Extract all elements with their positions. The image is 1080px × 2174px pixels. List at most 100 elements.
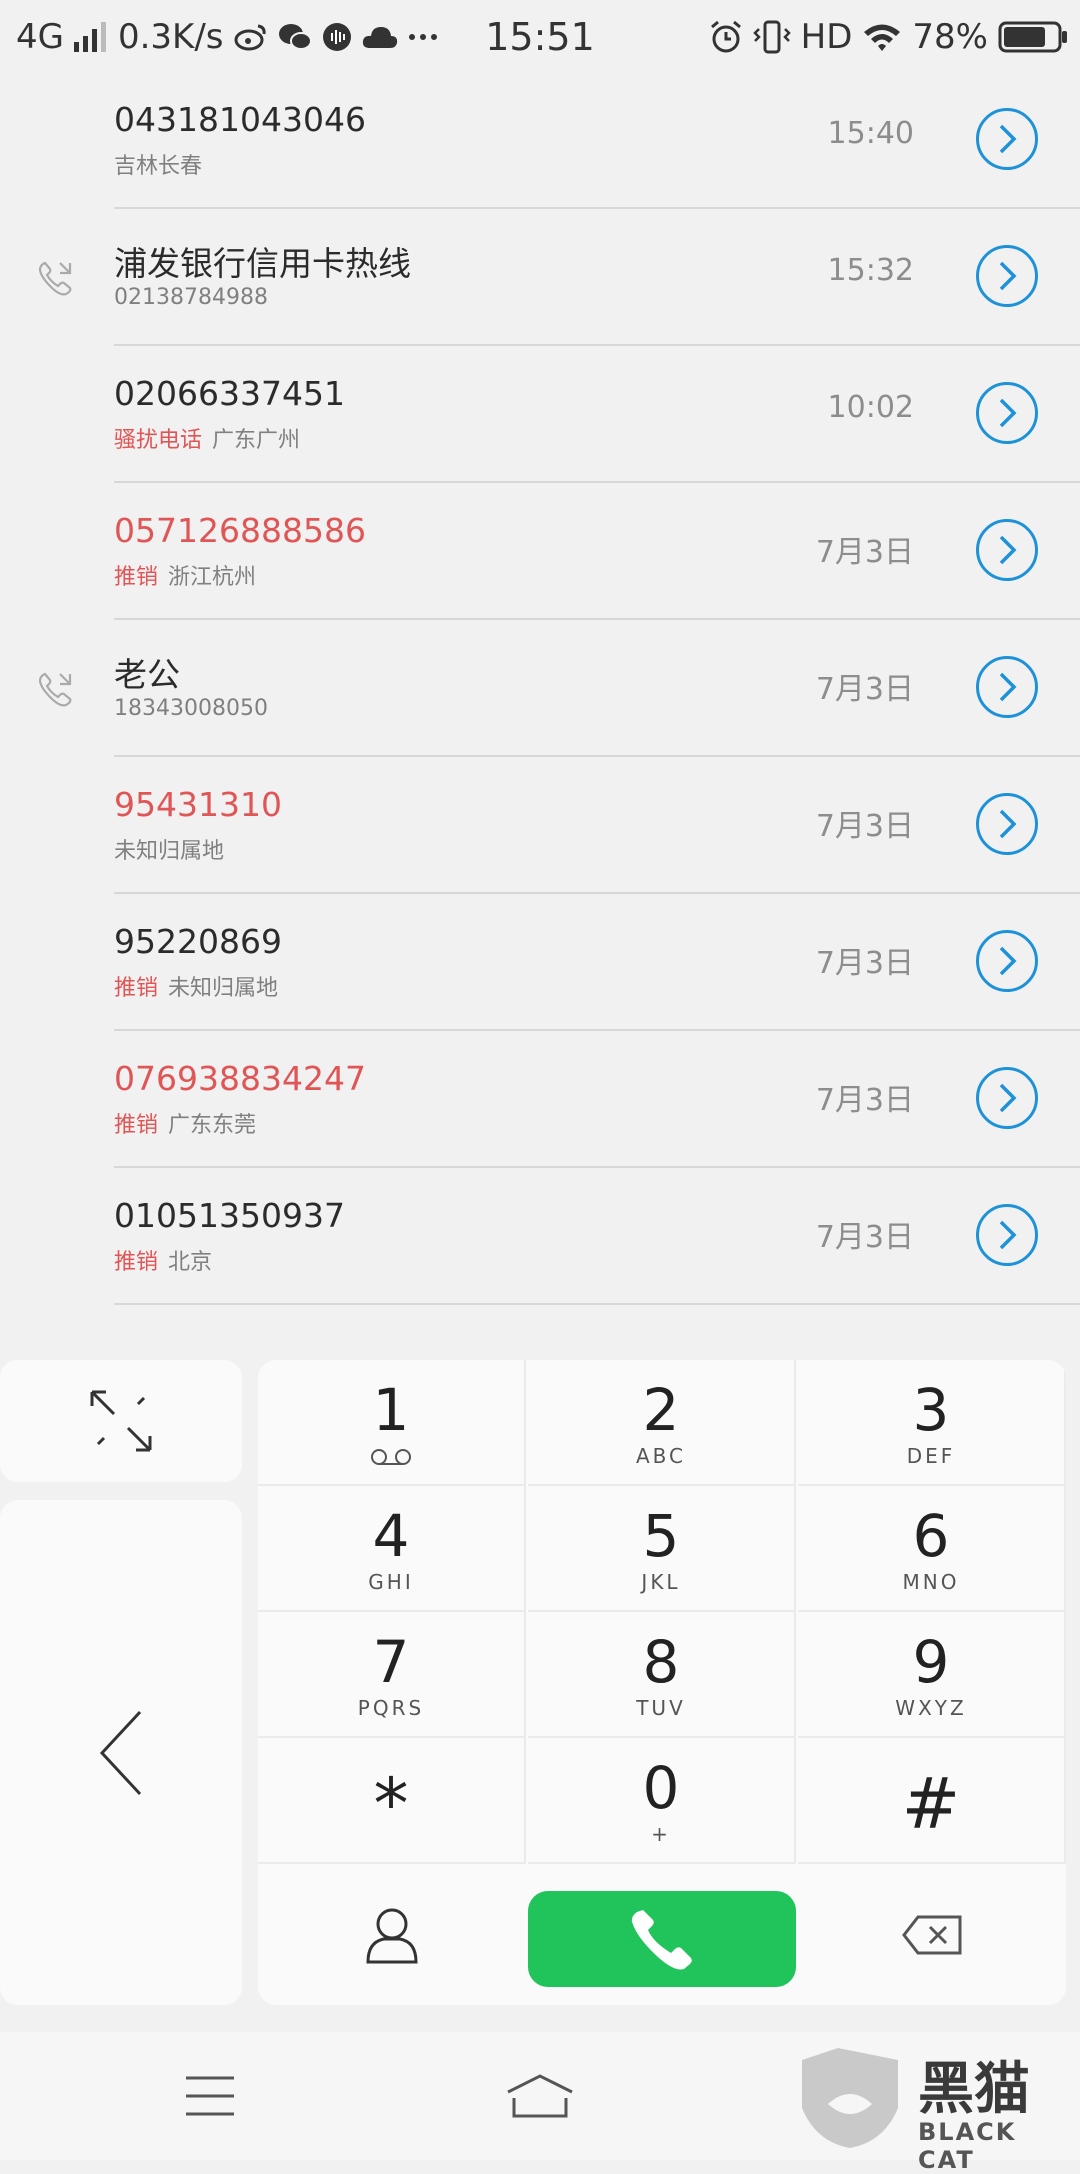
chevron-right-icon [992,944,1022,978]
key-digit: 5 [642,1502,680,1570]
call-time: 7月3日 [815,946,914,981]
call-details-button[interactable] [976,793,1038,855]
hd-label: HD [800,17,853,57]
caller-info: 推销 北京 [114,1244,212,1276]
call-time: 7月3日 [815,672,914,707]
call-log-row[interactable]: 95431310 未知归属地 7月3日 [114,757,1080,894]
expand-keypad-button[interactable] [0,1360,242,1482]
call-log-row[interactable]: 057126888586 推销 浙江杭州 7月3日 [114,483,1080,620]
chevron-right-icon [992,396,1022,430]
voicemail-icon [258,1448,524,1466]
key-digit: 7 [372,1628,410,1696]
menu-button[interactable] [170,2066,250,2126]
wifi-icon [862,21,902,53]
delete-button[interactable] [798,1865,1066,2005]
caller-info: 推销 未知归属地 [114,970,278,1002]
black-cat-logo-icon [798,2046,902,2150]
watermark-subtext: BLACK CAT [918,2118,1017,2174]
call-log-row[interactable]: 浦发银行信用卡热线 02138784988 15:32 [38,209,1080,346]
chevron-right-icon [992,670,1022,704]
call-log-row[interactable]: 老公 18343008050 7月3日 [38,620,1080,757]
home-button[interactable] [500,2066,580,2126]
call-button[interactable] [528,1891,796,1987]
caller-tag: 推销 [114,565,159,590]
caller-name: 老公 [114,655,180,694]
key-digit: 1 [372,1376,410,1444]
call-details-button[interactable] [976,245,1038,307]
key-8[interactable]: 8 TUV [528,1612,796,1738]
call-time: 15:40 [827,116,914,151]
caller-name: 01051350937 [114,1196,345,1235]
key-star[interactable]: * [258,1738,526,1864]
chevron-right-icon [992,259,1022,293]
call-time: 7月3日 [815,1220,914,1255]
call-log-row[interactable]: 95220869 推销 未知归属地 7月3日 [114,894,1080,1031]
chevron-right-icon [992,1218,1022,1252]
key-1[interactable]: 1 [258,1360,526,1486]
dial-keypad: 1 2 ABC 3 DEF 4 GHI 5 JKL 6 MNO 7 PQRS 8 TUV 9 WXYZ * 0 + # [258,1360,1066,2005]
vibrate-icon [752,20,791,54]
caller-location: 吉林长春 [114,154,203,179]
key-7[interactable]: 7 PQRS [258,1612,526,1738]
call-details-button[interactable] [976,1204,1038,1266]
chevron-right-icon [992,1081,1022,1115]
key-0[interactable]: 0 + [528,1738,796,1864]
call-details-button[interactable] [976,519,1038,581]
watermark: 黑猫 BLACK CAT [798,2044,1068,2174]
outgoing-call-icon [36,668,76,708]
call-log-list[interactable]: 043181043046 吉林长春 15:40 浦发银行信用卡热线 0213878498… [0,72,1080,1305]
call-log-row[interactable]: 02066337451 骚扰电话 广东广州 10:02 [114,346,1080,483]
caller-info: 推销 广东东莞 [114,1107,256,1139]
key-letters: PQRS [357,1696,425,1720]
caller-info: 吉林长春 [114,148,202,180]
back-button[interactable] [0,1500,242,2005]
call-time: 7月3日 [815,535,914,570]
caller-location: 02138784988 [114,285,268,310]
call-log-row[interactable]: 01051350937 推销 北京 7月3日 [114,1168,1080,1305]
caller-tag: 推销 [114,1250,159,1275]
caller-location: 北京 [168,1250,213,1275]
expand-icon [86,1386,156,1456]
status-right: HD 78% [709,14,1068,60]
contacts-button[interactable] [258,1865,526,2005]
caller-location: 未知归属地 [114,839,225,864]
phone-icon [629,1906,695,1972]
call-details-button[interactable] [976,108,1038,170]
caller-location: 浙江杭州 [168,565,257,590]
key-2[interactable]: 2 ABC [528,1360,796,1486]
caller-name: 043181043046 [114,100,366,139]
caller-info: 推销 浙江杭州 [114,559,256,591]
chevron-right-icon [992,122,1022,156]
call-details-button[interactable] [976,1067,1038,1129]
key-letters: GHI [368,1570,414,1594]
caller-info: 02138784988 [114,285,268,310]
call-time: 10:02 [827,390,914,425]
outgoing-call-icon [36,257,76,297]
call-details-button[interactable] [976,930,1038,992]
caller-location: 广东广州 [212,428,301,453]
key-3[interactable]: 3 DEF [798,1360,1066,1486]
call-details-button[interactable] [976,656,1038,718]
key-6[interactable]: 6 MNO [798,1486,1066,1612]
chevron-left-icon [96,1708,146,1798]
call-time: 7月3日 [815,809,914,844]
status-bar: 4G 0.3K/s 15:51 HD 78% [0,0,1080,72]
key-4[interactable]: 4 GHI [258,1486,526,1612]
contact-person-icon [364,1906,420,1964]
caller-name: 95431310 [114,785,282,824]
call-details-button[interactable] [976,382,1038,444]
caller-location: 未知归属地 [168,976,279,1001]
call-log-row[interactable]: 076938834247 推销 广东东莞 7月3日 [114,1031,1080,1168]
key-9[interactable]: 9 WXYZ [798,1612,1066,1738]
caller-tag: 推销 [114,976,159,1001]
key-letters: ABC [635,1444,686,1468]
key-digit: 6 [912,1502,950,1570]
caller-tag: 骚扰电话 [114,428,203,453]
chevron-right-icon [992,807,1022,841]
call-log-row[interactable]: 043181043046 吉林长春 15:40 [114,72,1080,209]
key-digit: 9 [912,1628,950,1696]
call-time: 7月3日 [815,1083,914,1118]
caller-info: 未知归属地 [114,833,224,865]
key-hash[interactable]: # [798,1738,1066,1864]
key-5[interactable]: 5 JKL [528,1486,796,1612]
